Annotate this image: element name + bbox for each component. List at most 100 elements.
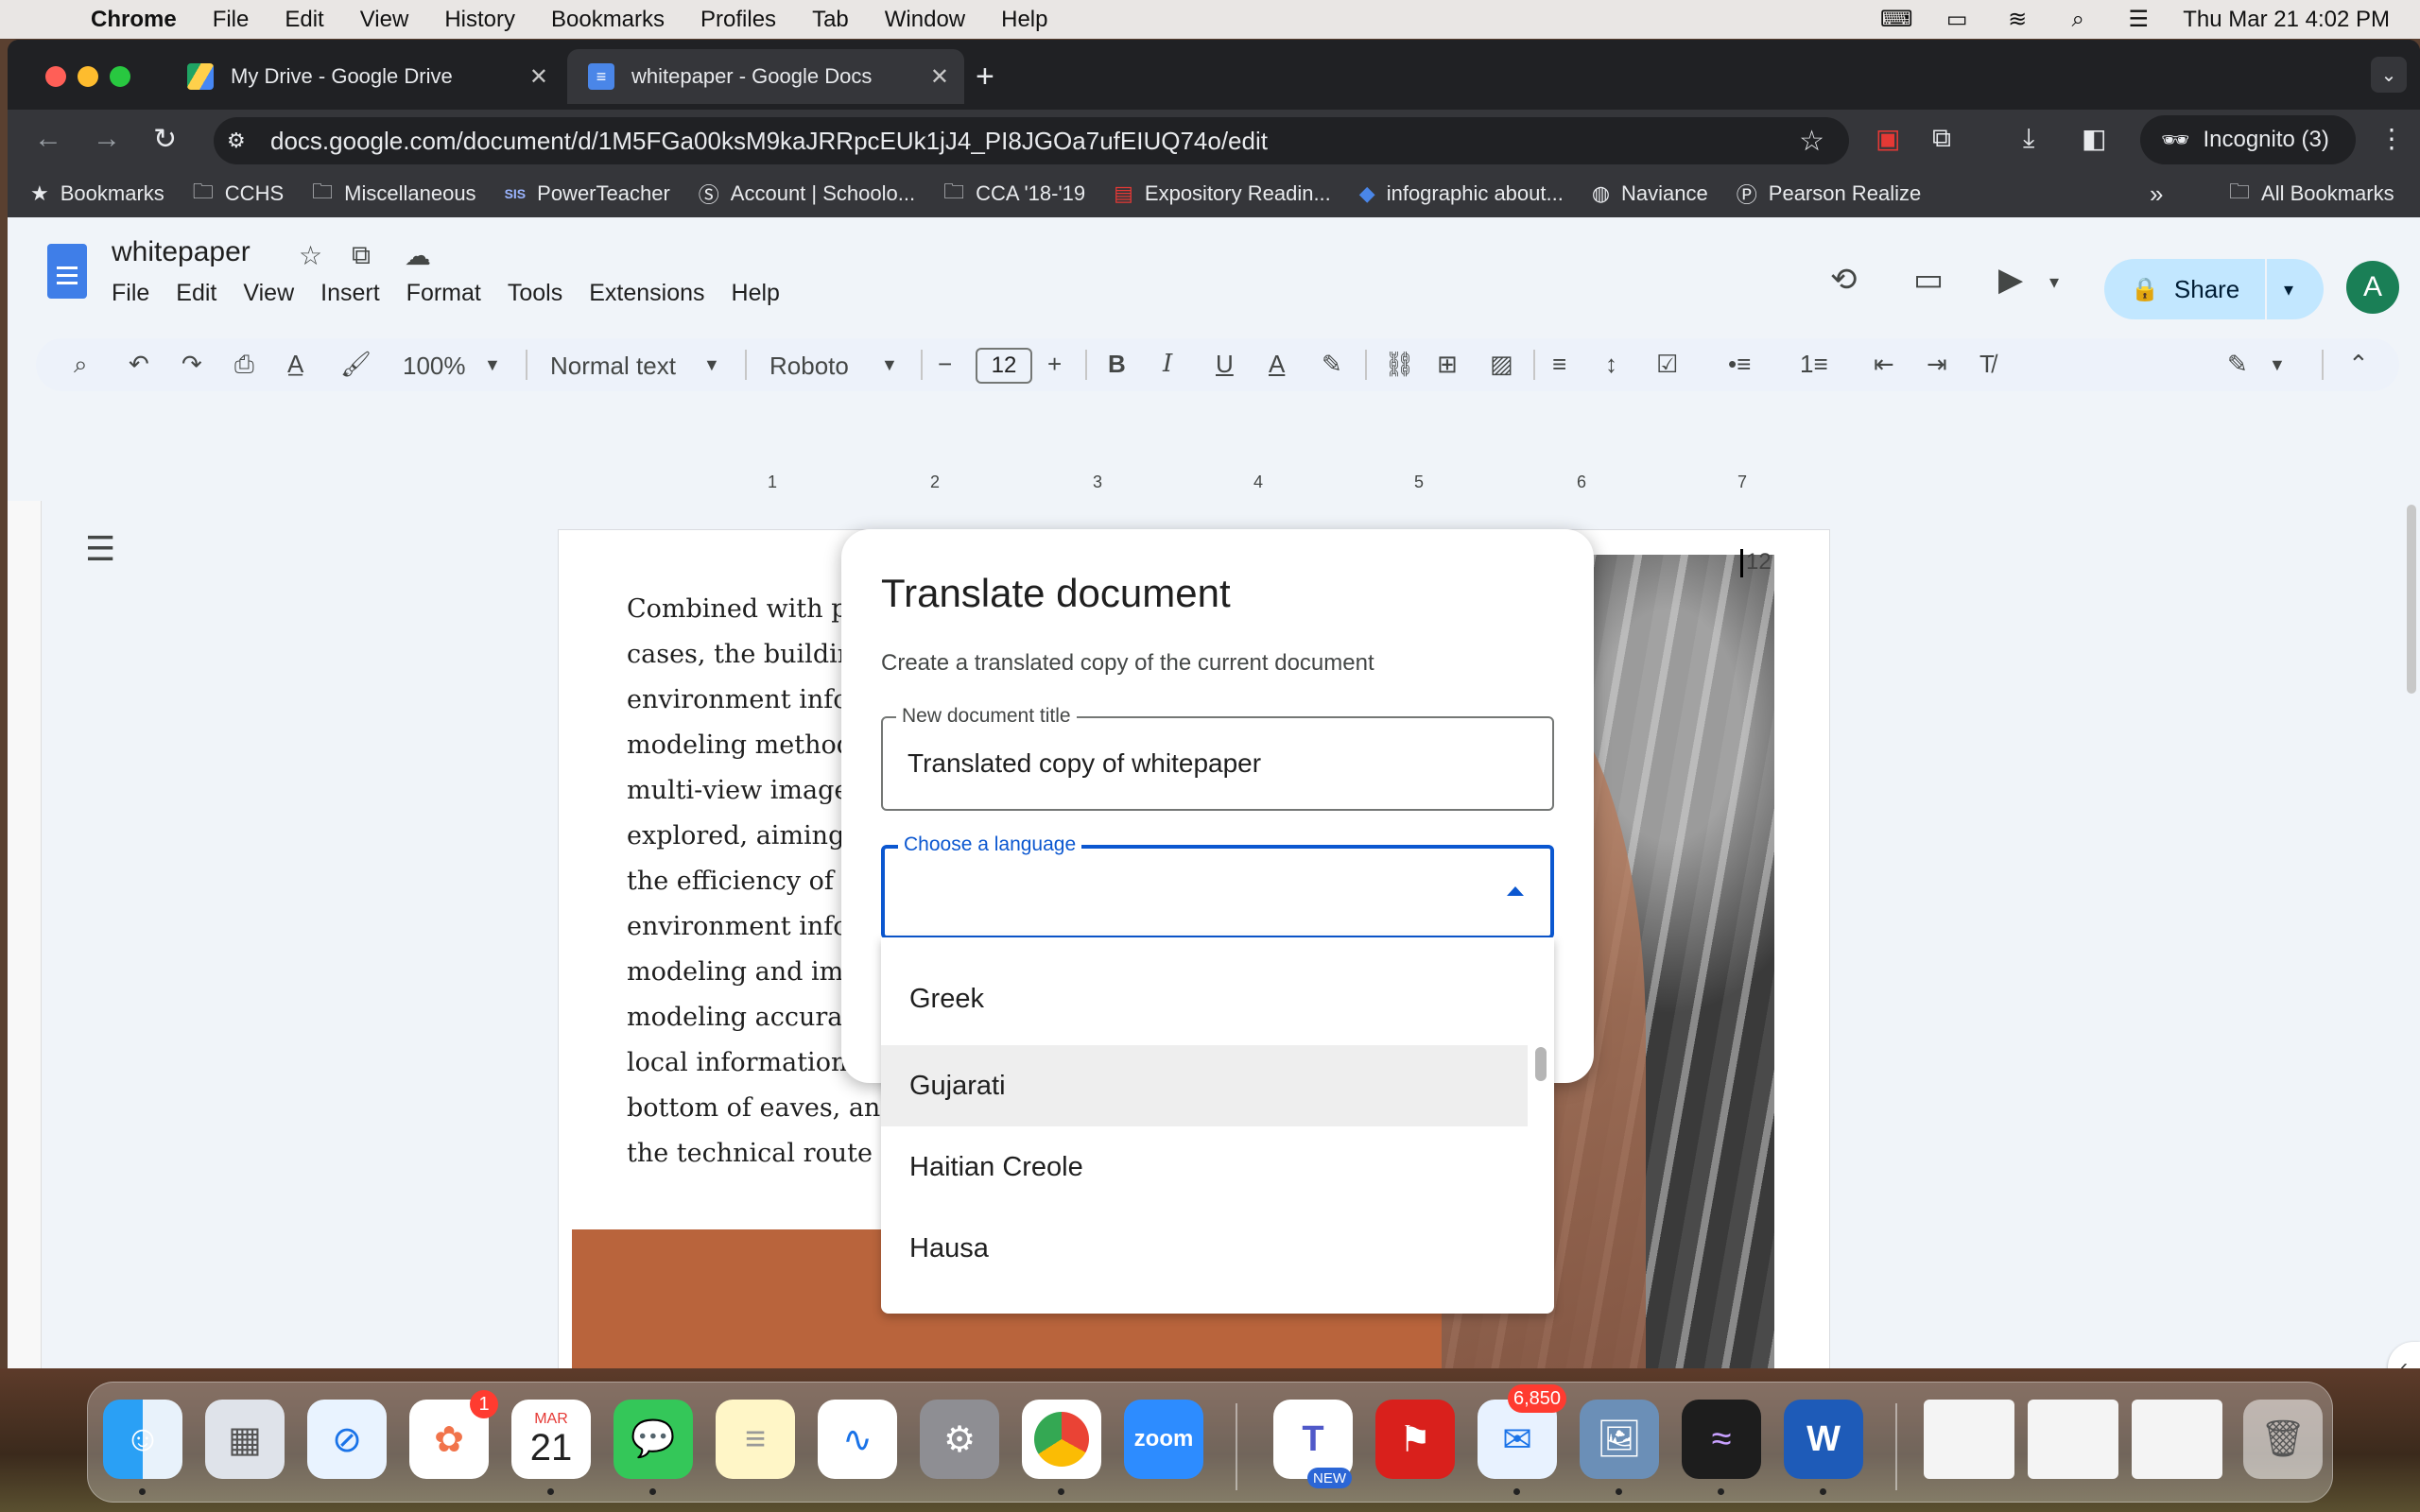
finder-icon[interactable]: ☺	[103, 1400, 182, 1479]
close-tab-icon[interactable]: ✕	[529, 63, 548, 91]
choose-language-select[interactable]: Choose a language	[881, 833, 1554, 939]
language-option-hausa[interactable]: Hausa	[881, 1208, 1528, 1289]
extension-red-icon[interactable]: ▣	[1876, 123, 1900, 154]
photos-badge: 1	[470, 1390, 498, 1418]
messages-icon[interactable]: 💬	[614, 1400, 693, 1479]
bookmark-bookmarks[interactable]: ★ Bookmarks	[30, 181, 164, 206]
bookmark-powerteacher[interactable]: SIS PowerTeacher	[505, 181, 670, 206]
bookmark-infographic[interactable]: ◆ infographic about...	[1359, 181, 1564, 206]
incognito-badge[interactable]: 🕶 Incognito (3)	[2140, 115, 2356, 164]
running-indicator	[1718, 1488, 1724, 1495]
keyboard-icon[interactable]: ⌨	[1880, 7, 1913, 32]
bookmarks-bar: ★ Bookmarks 🗀 CCHS 🗀 Miscellaneous SIS Power…	[8, 170, 2420, 217]
wifi-icon[interactable]: ≋	[2001, 7, 2033, 32]
bookmark-folder-cchs[interactable]: 🗀 CCHS	[193, 176, 284, 212]
dialog-title: Translate document	[881, 571, 1231, 615]
minimize-window-button[interactable]	[78, 66, 98, 87]
site-info-icon[interactable]: ⚙	[227, 129, 265, 153]
trash-icon[interactable]: 🗑	[2243, 1400, 2323, 1479]
menu-view[interactable]: View	[360, 7, 409, 33]
waves-app-icon[interactable]: ≈	[1682, 1400, 1761, 1479]
bookmark-folder-cca[interactable]: 🗀 CCA '18-'19	[943, 176, 1085, 212]
menu-app-name[interactable]: Chrome	[91, 7, 177, 33]
menu-clock[interactable]: Thu Mar 21 4:02 PM	[2183, 7, 2390, 33]
control-center-icon[interactable]: ☰	[2122, 7, 2154, 32]
bookmark-folder-miscellaneous[interactable]: 🗀 Miscellaneous	[312, 176, 475, 212]
menu-help[interactable]: Help	[1001, 7, 1047, 33]
menu-window[interactable]: Window	[885, 7, 965, 33]
language-option-gujarati[interactable]: Gujarati	[881, 1045, 1528, 1126]
zoom-app-icon[interactable]: zoom	[1124, 1400, 1203, 1479]
bookmark-pearson-realize[interactable]: Ⓟ Pearson Realize	[1737, 179, 1921, 209]
bookmark-star-icon[interactable]: ☆	[1799, 125, 1824, 158]
browser-toolbar: ← → ↻ ⚙ docs.google.com/document/d/1M5FG…	[8, 110, 2420, 170]
bookmark-icon: ◆	[1358, 181, 1375, 205]
language-option-haitian-creole[interactable]: Haitian Creole	[881, 1126, 1528, 1208]
chrome-icon[interactable]	[1022, 1400, 1101, 1479]
bookmark-label: PowerTeacher	[537, 181, 670, 205]
bookmark-naviance[interactable]: ◍ Naviance	[1592, 181, 1708, 206]
calendar-month: MAR	[534, 1411, 568, 1427]
side-panel-icon[interactable]: ◧	[2082, 123, 2106, 154]
menu-tab[interactable]: Tab	[812, 7, 849, 33]
bookmark-expository-reading[interactable]: ▤ Expository Readin...	[1114, 181, 1331, 206]
all-bookmarks-button[interactable]: 🗀 All Bookmarks	[2229, 176, 2394, 212]
language-options-list[interactable]: Greek Gujarati Haitian Creole Hausa	[881, 937, 1554, 1314]
bookmark-schoology[interactable]: Ⓢ Account | Schoolo...	[699, 179, 915, 209]
dock-divider	[1895, 1403, 1897, 1490]
menu-bookmarks[interactable]: Bookmarks	[551, 7, 665, 33]
preview-icon[interactable]: 🖼	[1580, 1400, 1659, 1479]
close-tab-icon[interactable]: ✕	[930, 63, 949, 91]
folder-icon: 🗀	[943, 180, 965, 203]
tab-search-chevron-icon[interactable]: ⌄	[2371, 57, 2407, 93]
calendar-icon[interactable]: MAR 21	[511, 1400, 591, 1479]
close-window-button[interactable]	[45, 66, 66, 87]
language-list-scrollbar-thumb[interactable]	[1535, 1047, 1547, 1081]
battery-icon[interactable]: ▭	[1941, 7, 1973, 32]
bookmark-label: Expository Readin...	[1144, 181, 1331, 205]
recent-window-thumbnail[interactable]	[2132, 1400, 2222, 1479]
tab-title: whitepaper - Google Docs	[631, 64, 873, 88]
forward-arrow-icon[interactable]: →	[93, 123, 121, 155]
calendar-day: 21	[529, 1427, 573, 1469]
tab-google-docs[interactable]: ≡ whitepaper - Google Docs ✕	[567, 49, 964, 104]
running-indicator	[1058, 1488, 1064, 1495]
safari-icon[interactable]: ⊘	[307, 1400, 387, 1479]
download-icon[interactable]: ⤓	[2023, 123, 2034, 154]
running-indicator	[1820, 1488, 1826, 1495]
spotlight-search-icon[interactable]: ⌕	[2062, 7, 2094, 32]
new-tab-icon[interactable]: +	[976, 59, 994, 95]
language-option-greek[interactable]: Greek	[881, 958, 1528, 1040]
teams-new-badge: NEW	[1307, 1468, 1352, 1488]
menu-profiles[interactable]: Profiles	[700, 7, 776, 33]
launchpad-icon[interactable]: ▦	[205, 1400, 285, 1479]
field-value[interactable]: Translated copy of whitepaper	[908, 748, 1261, 779]
bookmark-label: Bookmarks	[60, 181, 164, 205]
running-indicator	[649, 1488, 656, 1495]
bookmark-label: Naviance	[1621, 181, 1708, 205]
system-settings-icon[interactable]: ⚙	[920, 1400, 999, 1479]
extensions-puzzle-icon[interactable]: ⧉	[1932, 123, 1951, 154]
reload-icon[interactable]: ↻	[153, 123, 177, 156]
recent-window-thumbnail[interactable]	[2028, 1400, 2118, 1479]
address-bar[interactable]: ⚙ docs.google.com/document/d/1M5FGa00ksM…	[214, 117, 1849, 164]
url-text[interactable]: docs.google.com/document/d/1M5FGa00ksM9k…	[270, 127, 1268, 156]
globe-icon: ◍	[1591, 181, 1611, 205]
chrome-menu-icon[interactable]: ⋮	[2378, 123, 2405, 154]
menu-history[interactable]: History	[444, 7, 515, 33]
recent-window-thumbnail[interactable]	[1924, 1400, 2014, 1479]
maximize-window-button[interactable]	[110, 66, 130, 87]
back-arrow-icon[interactable]: ←	[34, 123, 62, 155]
freeform-icon[interactable]: ∿	[818, 1400, 897, 1479]
google-drive-icon	[187, 63, 214, 90]
new-document-title-field[interactable]: New document title Translated copy of wh…	[881, 705, 1554, 811]
bookmark-label: Pearson Realize	[1768, 181, 1922, 205]
more-bookmarks-chevron-icon[interactable]: »	[2150, 180, 2163, 209]
menu-edit[interactable]: Edit	[285, 7, 323, 33]
dropdown-caret-up-icon[interactable]	[1507, 886, 1524, 896]
notes-icon[interactable]: ≡	[716, 1400, 795, 1479]
menu-file[interactable]: File	[213, 7, 250, 33]
acrobat-icon[interactable]: ⚑	[1375, 1400, 1455, 1479]
word-icon[interactable]: W	[1784, 1400, 1863, 1479]
tab-google-drive[interactable]: My Drive - Google Drive ✕	[166, 49, 563, 104]
